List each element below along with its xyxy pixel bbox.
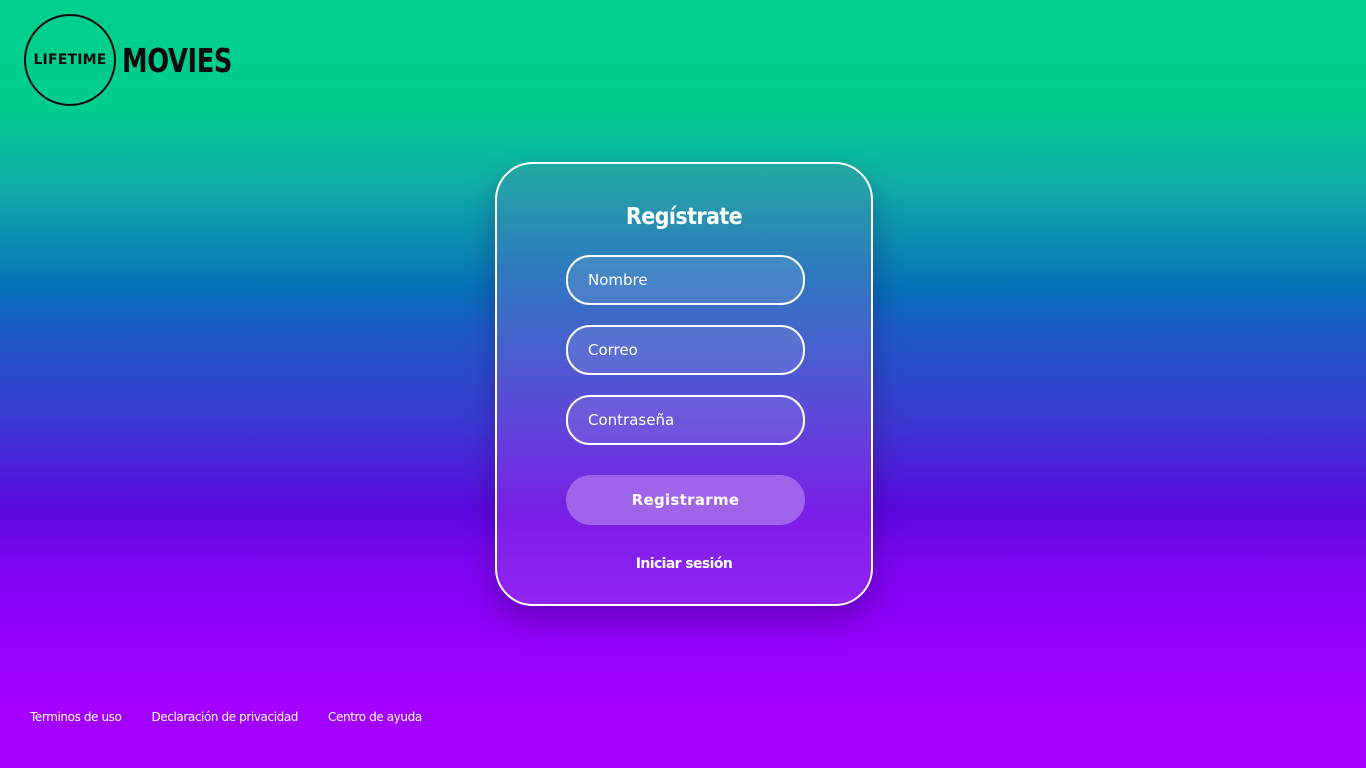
help-center-link[interactable]: Centro de ayuda: [328, 710, 422, 724]
login-link[interactable]: Iniciar sesión: [497, 556, 871, 572]
brand-wordmark: MOVIES: [122, 40, 233, 80]
brand-logo-circle: LIFETIME: [24, 14, 116, 106]
brand-logo[interactable]: LIFETIME MOVIES: [24, 14, 263, 106]
password-input[interactable]: [568, 397, 803, 443]
register-button[interactable]: Registrarme: [566, 475, 805, 525]
email-field: [566, 325, 805, 375]
terms-link[interactable]: Terminos de uso: [30, 710, 122, 724]
privacy-link[interactable]: Declaración de privacidad: [151, 710, 298, 724]
footer-links: Terminos de uso Declaración de privacida…: [30, 710, 422, 724]
password-field: [566, 395, 805, 445]
email-input[interactable]: [568, 327, 803, 373]
brand-circle-text: LIFETIME: [33, 52, 107, 68]
register-title: Regístrate: [625, 204, 743, 230]
name-field: [566, 255, 805, 305]
name-input[interactable]: [568, 257, 803, 303]
register-card: Regístrate Registrarme Iniciar sesión: [495, 162, 873, 606]
